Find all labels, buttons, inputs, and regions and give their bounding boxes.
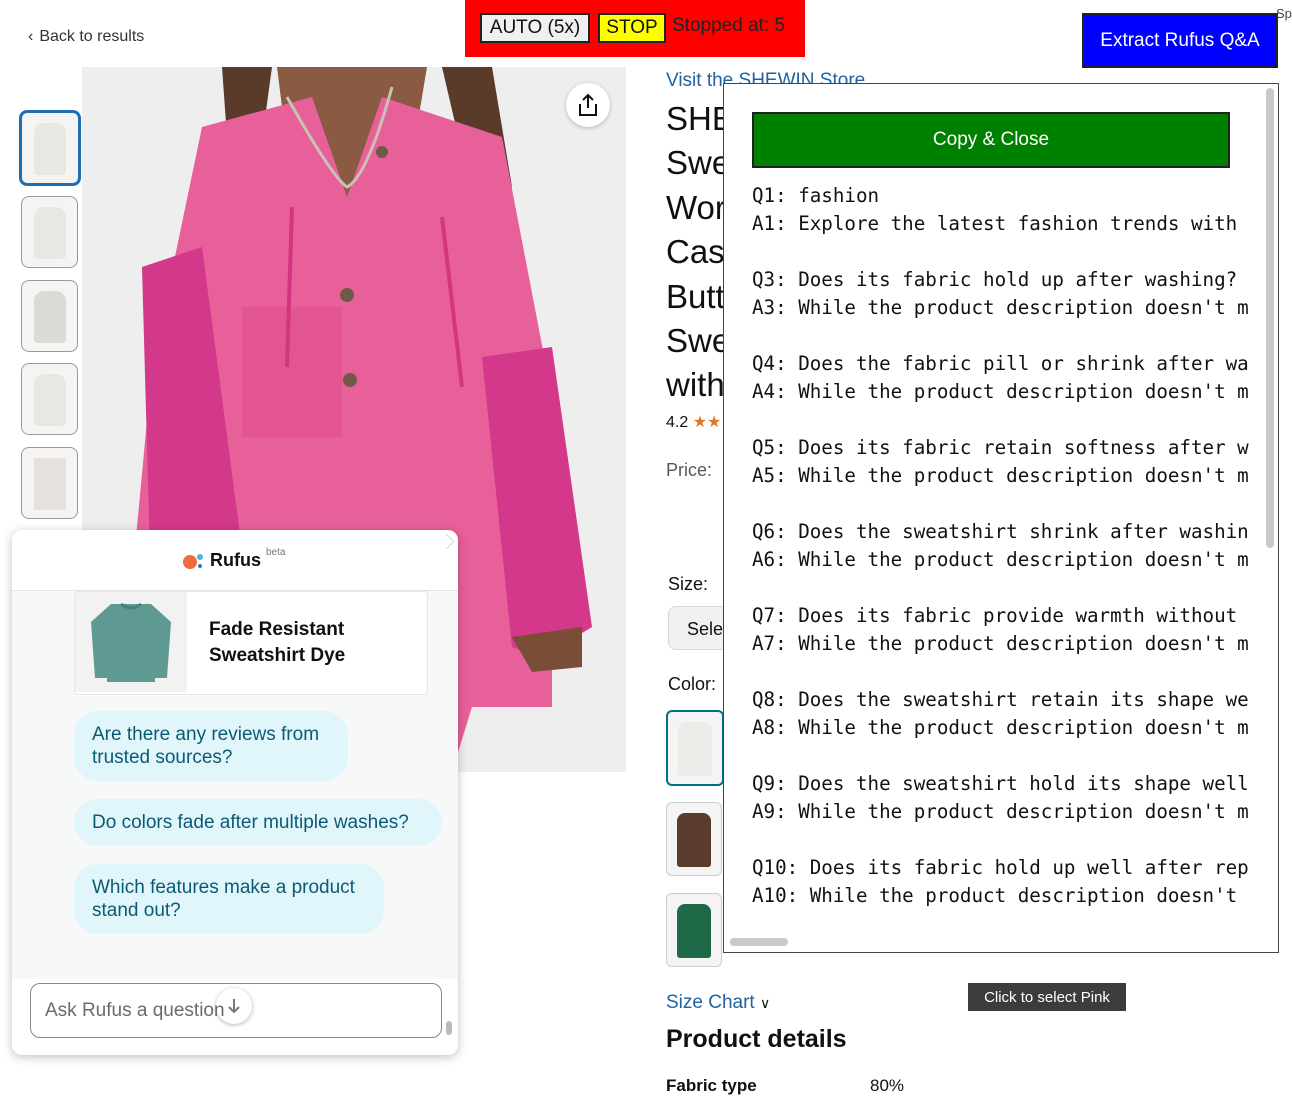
star-icon: ★★ — [692, 414, 722, 431]
product-title-line-7: with — [666, 366, 725, 403]
thumbnail-5[interactable] — [21, 447, 78, 519]
extract-rufus-qa-button[interactable]: Extract Rufus Q&A — [1082, 13, 1278, 68]
share-icon — [579, 93, 597, 116]
rufus-icon — [183, 553, 203, 569]
thumbnail-3[interactable] — [21, 280, 78, 352]
size-chart-label: Size Chart — [666, 992, 755, 1013]
fabric-type-label: Fabric type — [666, 1076, 757, 1095]
price-label: Price: — [666, 460, 713, 480]
suggestion-chip-features[interactable]: Which features make a product stand out? — [74, 864, 384, 934]
beta-badge: beta — [266, 547, 286, 558]
teal-sweatshirt-icon — [91, 602, 171, 682]
rating-value: 4.2 — [666, 414, 689, 431]
thumbnail-1[interactable] — [19, 110, 81, 186]
share-button[interactable] — [566, 83, 610, 127]
back-to-results-link[interactable]: ‹ Back to results — [28, 28, 144, 46]
rufus-qa-panel: Copy & Close Q1: fashion A1: Explore the… — [723, 83, 1279, 953]
color-swatch-brown[interactable] — [666, 802, 722, 876]
rufus-conversation: Fade Resistant Sweatshirt Dye Are there … — [12, 591, 458, 1035]
color-swatch-white[interactable] — [666, 710, 724, 786]
fabric-type-value: 80% — [870, 1076, 905, 1095]
ask-rufus-input[interactable]: Ask Rufus a question — [30, 983, 442, 1038]
rufus-scrollbar[interactable] — [446, 1021, 452, 1035]
back-label: Back to results — [39, 28, 145, 45]
resize-grip-icon[interactable] — [438, 533, 455, 550]
chevron-down-icon: ∨ — [759, 995, 771, 1011]
sponsored-fragment: Sp — [1276, 6, 1292, 21]
product-title-line-3: Wor — [666, 189, 726, 226]
suggested-product-card[interactable]: Fade Resistant Sweatshirt Dye — [74, 591, 428, 695]
color-swatch-green[interactable] — [666, 893, 722, 967]
panel-horizontal-scrollbar[interactable] — [730, 938, 788, 946]
copy-close-button[interactable]: Copy & Close — [752, 112, 1230, 168]
suggestion-chip-reviews[interactable]: Are there any reviews from trusted sourc… — [74, 711, 348, 781]
size-chart-link[interactable]: Size Chart ∨ — [666, 992, 770, 1014]
rufus-header: Rufus beta — [12, 530, 458, 591]
product-title-line-5: Butt — [666, 278, 725, 315]
card-image — [75, 592, 187, 692]
swatch-tooltip: Click to select Pink — [968, 983, 1126, 1011]
product-title-line-6: Swe — [666, 322, 731, 359]
chevron-left-icon: ‹ — [28, 28, 34, 45]
product-title-line-2: Swe — [666, 144, 731, 181]
rating[interactable]: 4.2 ★★ — [666, 412, 721, 432]
suggestion-chip-colors-fade[interactable]: Do colors fade after multiple washes? — [74, 799, 442, 846]
panel-vertical-scrollbar[interactable] — [1266, 88, 1274, 548]
thumbnail-4[interactable] — [21, 363, 78, 435]
rufus-logo: Rufus — [182, 550, 261, 571]
color-label: Color: — [668, 674, 717, 694]
card-title: Fade Resistant Sweatshirt Dye — [209, 619, 346, 666]
qa-text: Q1: fashion A1: Explore the latest fashi… — [752, 184, 1249, 907]
status-text: Stopped at: 5 — [672, 15, 786, 36]
auto-button[interactable]: AUTO (5x) — [480, 13, 590, 43]
stop-button[interactable]: STOP — [598, 13, 666, 43]
rufus-chat: Rufus beta Fade Resistant Sweatshirt Dye… — [12, 530, 458, 1055]
product-details-heading: Product details — [666, 1025, 847, 1053]
size-label: Size: — [668, 574, 709, 594]
thumbnail-2[interactable] — [21, 196, 78, 268]
rufus-name: Rufus — [210, 550, 261, 570]
